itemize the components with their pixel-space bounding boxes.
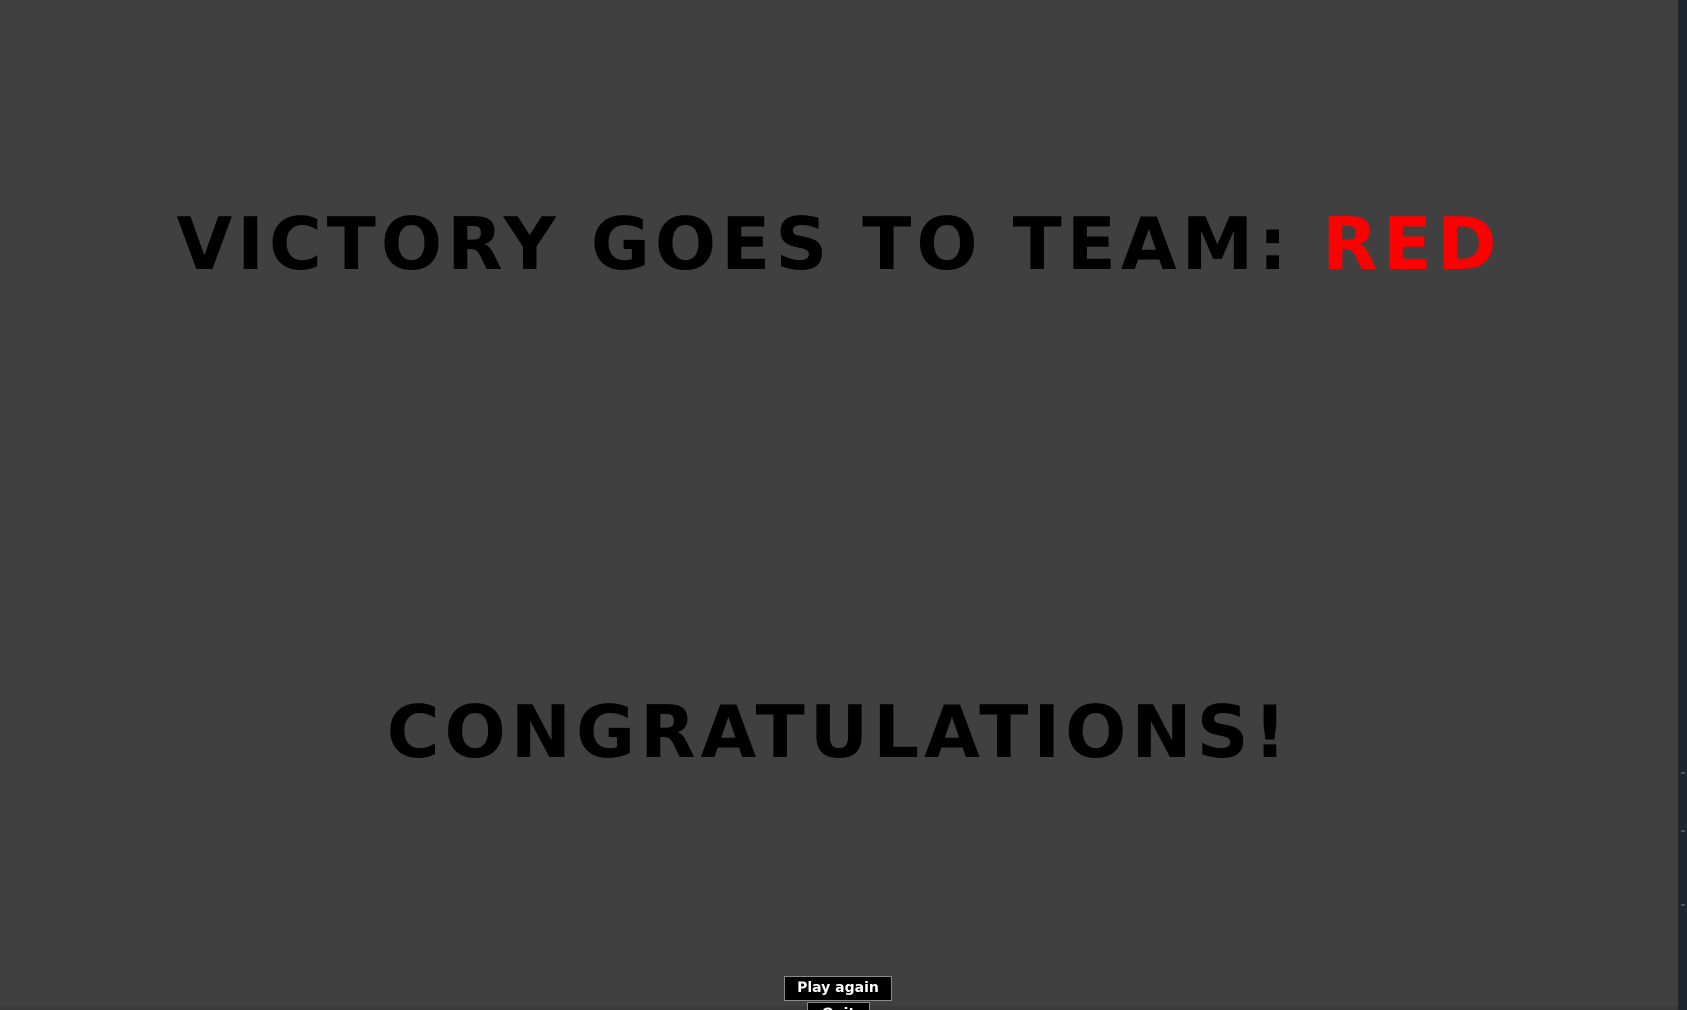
window-right-edge [1678,0,1687,1010]
victory-headline: VICTORY GOES TO TEAM: RED [0,200,1678,288]
winning-team-name: RED [1322,202,1502,286]
victory-prefix: VICTORY GOES TO TEAM: [176,202,1323,286]
game-window: VICTORY GOES TO TEAM: RED CONGRATULATION… [0,0,1687,1010]
resize-grip-icon[interactable] [1681,772,1685,774]
edge-marker-icon [1681,830,1685,832]
play-again-button[interactable]: Play again [784,976,892,1001]
quit-button[interactable]: Quit [807,1002,870,1010]
edge-marker-icon [1681,904,1685,906]
victory-screen: VICTORY GOES TO TEAM: RED CONGRATULATION… [0,0,1678,1010]
congratulations-message: CONGRATULATIONS! [386,690,1292,774]
